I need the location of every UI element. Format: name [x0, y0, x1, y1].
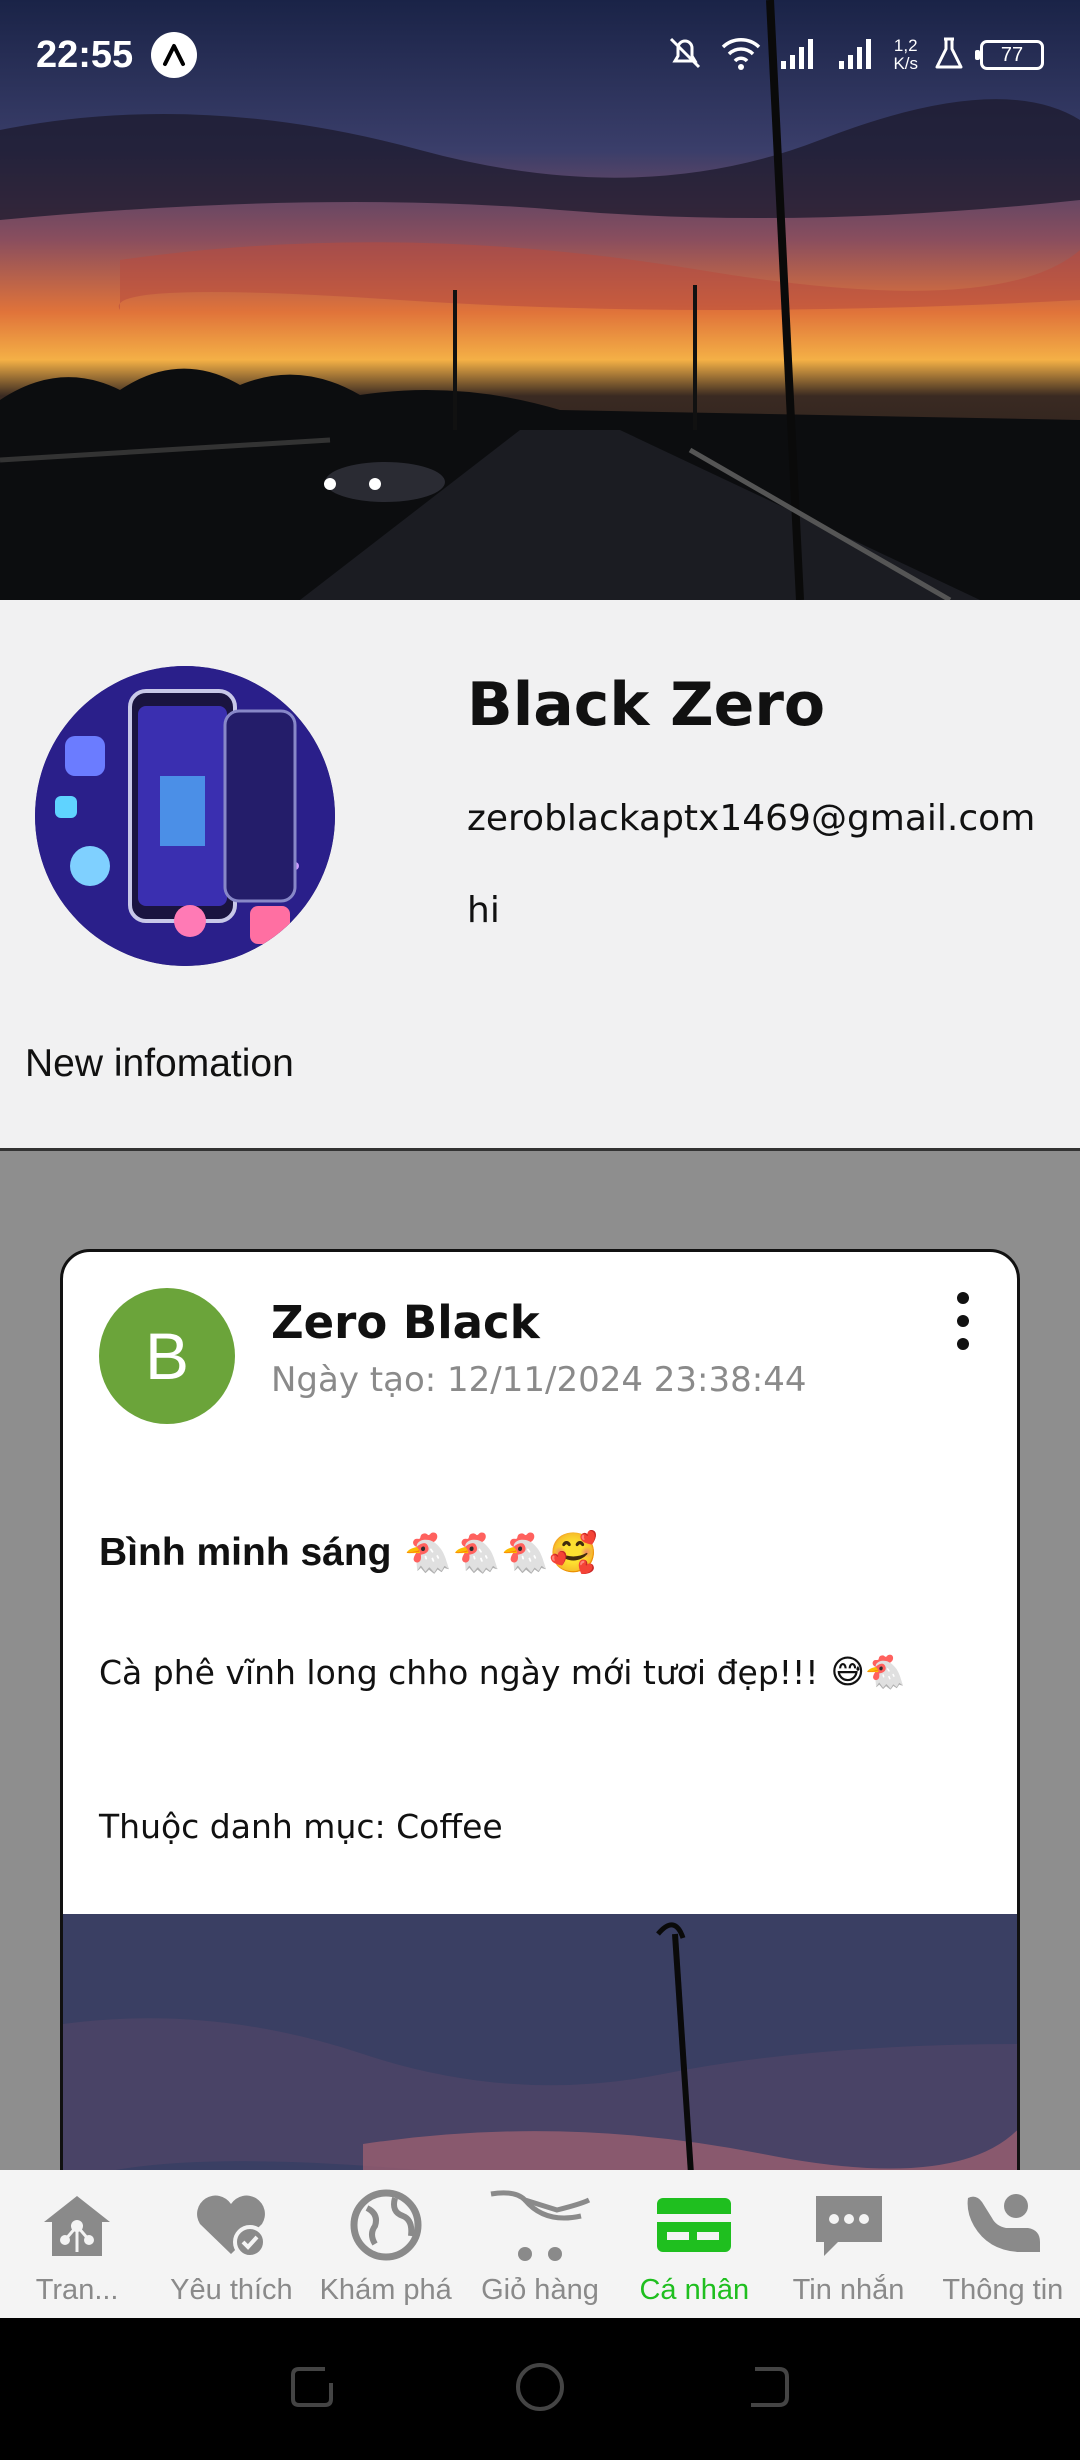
profile-bio: hi	[467, 890, 500, 931]
nav-home-label: Tran...	[35, 2274, 119, 2306]
nav-profile[interactable]: Cá nhân	[617, 2170, 771, 2318]
post-body-emoji: 😅🐔	[830, 1652, 906, 1691]
app-notification-icon	[151, 32, 198, 78]
post-category: Thuộc danh mục: Coffee	[99, 1807, 503, 1846]
system-navigation-bar	[0, 2318, 1080, 2460]
wifi-icon	[719, 33, 763, 77]
chat-icon	[815, 2196, 882, 2256]
home-icon	[44, 2196, 111, 2256]
heart-check-icon	[197, 2195, 268, 2259]
back-icon	[750, 2367, 789, 2407]
nav-explore-label: Khám phá	[319, 2274, 452, 2306]
post-author-avatar[interactable]: B	[99, 1288, 235, 1424]
new-information-button[interactable]: New infomation	[25, 1042, 294, 1086]
nav-home[interactable]: Tran...	[0, 2170, 154, 2318]
profile-email: zeroblackaptx1469@gmail.com	[467, 798, 1036, 839]
nav-profile-label: Cá nhân	[639, 2274, 750, 2306]
signal-icon-2	[835, 33, 879, 77]
status-time: 22:55	[36, 33, 134, 76]
globe-icon	[350, 2189, 422, 2261]
home-button[interactable]	[512, 2359, 568, 2419]
network-speed: 1,2 K/s	[893, 37, 918, 73]
nav-info[interactable]: Thông tin	[926, 2170, 1080, 2318]
nav-favorites-label: Yêu thích	[170, 2274, 293, 2306]
post-title-emoji: 🐔🐔🐔🥰	[403, 1532, 598, 1575]
nav-cart[interactable]: Giỏ hàng	[463, 2170, 617, 2318]
nav-messages-label: Tin nhắn	[792, 2274, 905, 2306]
recents-button[interactable]	[285, 2359, 341, 2419]
nav-info-label: Thông tin	[942, 2274, 1064, 2306]
bottom-navigation: Tran... Yêu thích Khám phá Giỏ hàng Cá n…	[0, 2170, 1080, 2318]
post-image[interactable]	[63, 1914, 1017, 2170]
card-icon	[657, 2198, 732, 2252]
profile-avatar[interactable]	[35, 666, 335, 966]
network-speed-value: 1,2	[893, 36, 918, 55]
post-title: Bình minh sáng 🐔🐔🐔🥰	[99, 1530, 598, 1576]
contact-icon	[967, 2194, 1040, 2252]
nav-messages[interactable]: Tin nhắn	[771, 2170, 925, 2318]
nav-cart-label: Giỏ hàng	[481, 2274, 599, 2306]
profile-name: Black Zero	[467, 670, 826, 740]
phone-illustration	[35, 666, 335, 966]
nav-favorites[interactable]: Yêu thích	[154, 2170, 308, 2318]
home-circle-icon	[515, 2363, 564, 2411]
recents-icon	[291, 2367, 334, 2407]
nav-explore[interactable]: Khám phá	[309, 2170, 463, 2318]
post-photo	[63, 1914, 1017, 2170]
post-feed[interactable]: B Zero Black Ngày tạo: 12/11/2024 23:38:…	[0, 1151, 1080, 2170]
cart-icon	[490, 2190, 591, 2261]
post-card[interactable]: B Zero Black Ngày tạo: 12/11/2024 23:38:…	[60, 1249, 1020, 2170]
post-body-text: Cà phê vĩnh long chho ngày mới tươi đẹp!…	[99, 1652, 819, 1692]
mute-icon	[665, 33, 705, 77]
post-author-name: Zero Black	[271, 1296, 540, 1349]
network-speed-unit: K/s	[893, 54, 918, 73]
post-title-text: Bình minh sáng	[99, 1531, 392, 1574]
more-options-icon[interactable]	[943, 1288, 983, 1358]
post-body: Cà phê vĩnh long chho ngày mới tươi đẹp!…	[99, 1652, 906, 1692]
profile-section: Black Zero zeroblackaptx1469@gmail.com h…	[0, 600, 1080, 1151]
status-bar: 22:55 1,2 K/s 77	[0, 0, 1080, 110]
battery-indicator: 77	[975, 40, 1044, 70]
post-created-date: Ngày tạo: 12/11/2024 23:38:44	[271, 1360, 807, 1400]
signal-icon-1	[777, 33, 821, 77]
flask-icon	[932, 33, 966, 77]
back-button[interactable]	[739, 2359, 795, 2419]
